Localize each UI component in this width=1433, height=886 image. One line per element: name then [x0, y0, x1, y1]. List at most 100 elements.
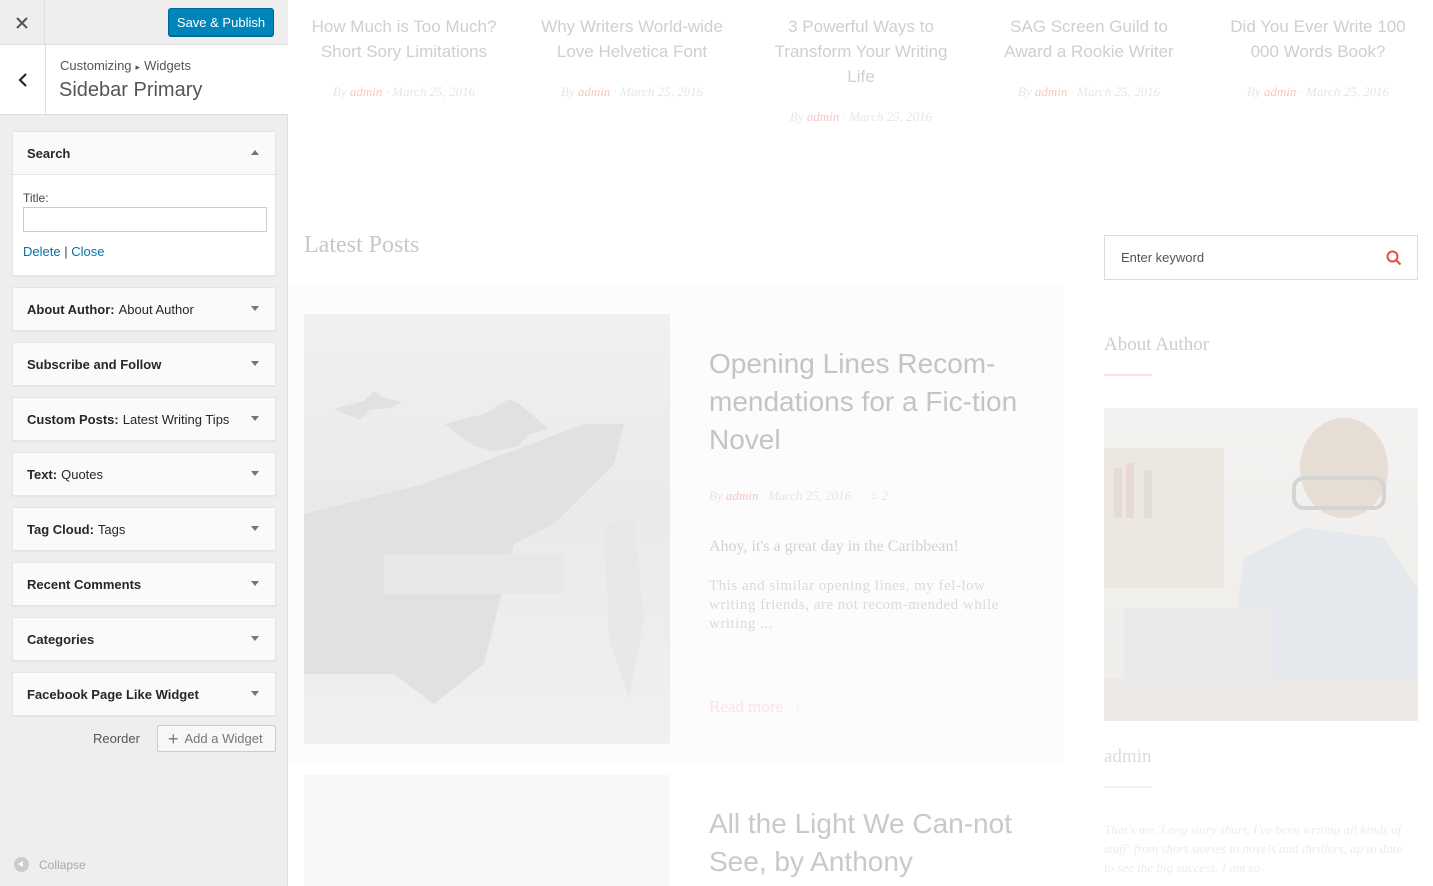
- about-author-heading: About Author: [1104, 334, 1210, 355]
- widget-title: Facebook Page Like Widget: [27, 686, 199, 702]
- breadcrumb-separator-icon: ▸: [135, 62, 141, 72]
- post-date: March 25, 2016: [849, 109, 933, 124]
- widget-subscribe-follow[interactable]: Subscribe and Follow: [12, 342, 276, 386]
- post-author-link[interactable]: admin: [1035, 84, 1068, 99]
- add-widget-label: Add a Widget: [184, 731, 263, 746]
- widget-header[interactable]: Facebook Page Like Widget: [13, 673, 275, 715]
- widget-header[interactable]: Text: Quotes: [13, 453, 275, 495]
- post-author-link[interactable]: admin: [807, 109, 840, 124]
- back-button[interactable]: [0, 45, 46, 115]
- save-publish-button[interactable]: Save & Publish: [168, 8, 274, 36]
- top-post-card[interactable]: Did You Ever Write 100 000 Words Book? B…: [1218, 14, 1418, 100]
- top-post-title[interactable]: SAG Screen Guild to Award a Rookie Write…: [989, 14, 1189, 64]
- second-post-title[interactable]: All the Light We Can-not See, by Anthony: [709, 805, 1029, 881]
- featured-post-image[interactable]: [304, 314, 670, 744]
- title-field[interactable]: [23, 207, 267, 232]
- top-post-meta: By admin · March 25, 2016: [560, 84, 704, 99]
- top-post-title[interactable]: How Much is Too Much? Short Sory Limitat…: [304, 14, 504, 64]
- widget-title: About Author:: [27, 301, 115, 317]
- expand-arrow-icon[interactable]: [251, 416, 259, 421]
- widget-title: Text:: [27, 466, 58, 482]
- by-label: By: [560, 84, 575, 99]
- top-post-title[interactable]: Did You Ever Write 100 000 Words Book?: [1218, 14, 1418, 64]
- widget-header[interactable]: Categories: [13, 618, 275, 660]
- widget-facebook-page-like[interactable]: Facebook Page Like Widget: [12, 672, 276, 716]
- top-post-meta: By admin · March 25, 2016: [332, 84, 476, 99]
- delete-widget-link[interactable]: Delete: [23, 244, 61, 259]
- widget-subtitle: About Author: [118, 301, 194, 317]
- reorder-link[interactable]: Reorder: [93, 731, 140, 746]
- top-post-card[interactable]: SAG Screen Guild to Award a Rookie Write…: [989, 14, 1189, 100]
- post-author-link[interactable]: admin: [350, 84, 383, 99]
- top-post-card[interactable]: Why Writers World-wide Love Helvetica Fo…: [532, 14, 732, 100]
- widget-categories[interactable]: Categories: [12, 617, 276, 661]
- featured-post-title[interactable]: Opening Lines Recom-mendations for a Fic…: [709, 345, 1029, 459]
- post-author-link[interactable]: admin: [1264, 84, 1297, 99]
- comment-count[interactable]: 2: [882, 488, 889, 503]
- author-name[interactable]: admin: [1104, 746, 1152, 768]
- read-more-label: Read more: [709, 697, 784, 716]
- search-widget-form: Title: Delete | Close: [13, 174, 275, 275]
- top-post-title[interactable]: Why Writers World-wide Love Helvetica Fo…: [532, 14, 732, 64]
- by-label: By: [789, 109, 804, 124]
- top-post-meta: By admin · March 25, 2016: [1017, 84, 1161, 99]
- read-more-link[interactable]: Read more ›: [709, 697, 800, 717]
- expand-arrow-icon[interactable]: [251, 471, 259, 476]
- by-label: By: [1017, 84, 1032, 99]
- search-input[interactable]: Enter keyword: [1121, 250, 1204, 265]
- collapse-arrow-icon[interactable]: [251, 150, 259, 155]
- top-post-title[interactable]: 3 Powerful Ways to Transform Your Writin…: [761, 14, 961, 89]
- widget-search: Search Title: Delete | Close: [12, 131, 276, 276]
- chevron-right-icon: ›: [795, 700, 800, 715]
- widget-actions: Delete | Close: [23, 244, 265, 259]
- expand-arrow-icon[interactable]: [251, 526, 259, 531]
- plus-icon: +: [168, 728, 179, 749]
- comment-icon: ○: [870, 488, 879, 503]
- post-date: March 25, 2016: [620, 84, 704, 99]
- expand-arrow-icon[interactable]: [251, 361, 259, 366]
- second-post-image[interactable]: [304, 775, 670, 886]
- widget-tag-cloud[interactable]: Tag Cloud: Tags: [12, 507, 276, 551]
- site-preview: How Much is Too Much? Short Sory Limitat…: [289, 0, 1433, 886]
- post-author-link[interactable]: admin: [578, 84, 611, 99]
- widget-header[interactable]: About Author: About Author: [13, 288, 275, 330]
- widget-subtitle: Tags: [97, 521, 126, 537]
- site-search-box[interactable]: Enter keyword: [1104, 235, 1418, 280]
- widget-about-author[interactable]: About Author: About Author: [12, 287, 276, 331]
- breadcrumb-section: Widgets: [144, 58, 192, 73]
- widget-custom-posts[interactable]: Custom Posts: Latest Writing Tips: [12, 397, 276, 441]
- post-excerpt-line: Ahoy, it's a great day in the Caribbean!: [709, 538, 959, 555]
- widget-recent-comments[interactable]: Recent Comments: [12, 562, 276, 606]
- top-post-meta: By admin · March 25, 2016: [789, 109, 933, 124]
- widget-header[interactable]: Subscribe and Follow: [13, 343, 275, 385]
- expand-arrow-icon[interactable]: [251, 636, 259, 641]
- search-icon[interactable]: [1386, 250, 1402, 266]
- add-widget-button[interactable]: + Add a Widget: [157, 725, 276, 752]
- expand-arrow-icon[interactable]: [251, 581, 259, 586]
- close-widget-link[interactable]: Close: [71, 244, 104, 259]
- widget-text-quotes[interactable]: Text: Quotes: [12, 452, 276, 496]
- expand-arrow-icon[interactable]: [251, 306, 259, 311]
- widget-header[interactable]: Tag Cloud: Tags: [13, 508, 275, 550]
- close-icon: [16, 16, 28, 29]
- widget-title: Categories: [27, 631, 95, 647]
- widget-header-search[interactable]: Search: [13, 132, 275, 174]
- top-post-card[interactable]: How Much is Too Much? Short Sory Limitat…: [304, 14, 504, 100]
- collapse-label: Collapse: [39, 857, 86, 872]
- widget-header[interactable]: Custom Posts: Latest Writing Tips: [13, 398, 275, 440]
- close-customizer-button[interactable]: [0, 0, 45, 45]
- expand-arrow-icon[interactable]: [251, 691, 259, 696]
- panel-title: Sidebar Primary: [59, 79, 203, 101]
- widget-subtitle: Quotes: [61, 466, 104, 482]
- top-post-card[interactable]: 3 Powerful Ways to Transform Your Writin…: [761, 14, 961, 125]
- by-label: By: [1246, 84, 1261, 99]
- spaceship-illustration: [304, 391, 644, 704]
- widget-title: Custom Posts:: [27, 411, 119, 427]
- breadcrumb: Customizing ▸ Widgets: [60, 58, 191, 73]
- post-author-link[interactable]: admin: [726, 488, 759, 503]
- collapse-sidebar-button[interactable]: Collapse: [14, 857, 86, 872]
- customizer-sidebar: Save & Publish Customizing ▸ Widgets Sideb…: [0, 0, 288, 886]
- widget-header[interactable]: Recent Comments: [13, 563, 275, 605]
- author-photo-illustration: [1104, 418, 1418, 721]
- widget-title: Search: [27, 145, 71, 161]
